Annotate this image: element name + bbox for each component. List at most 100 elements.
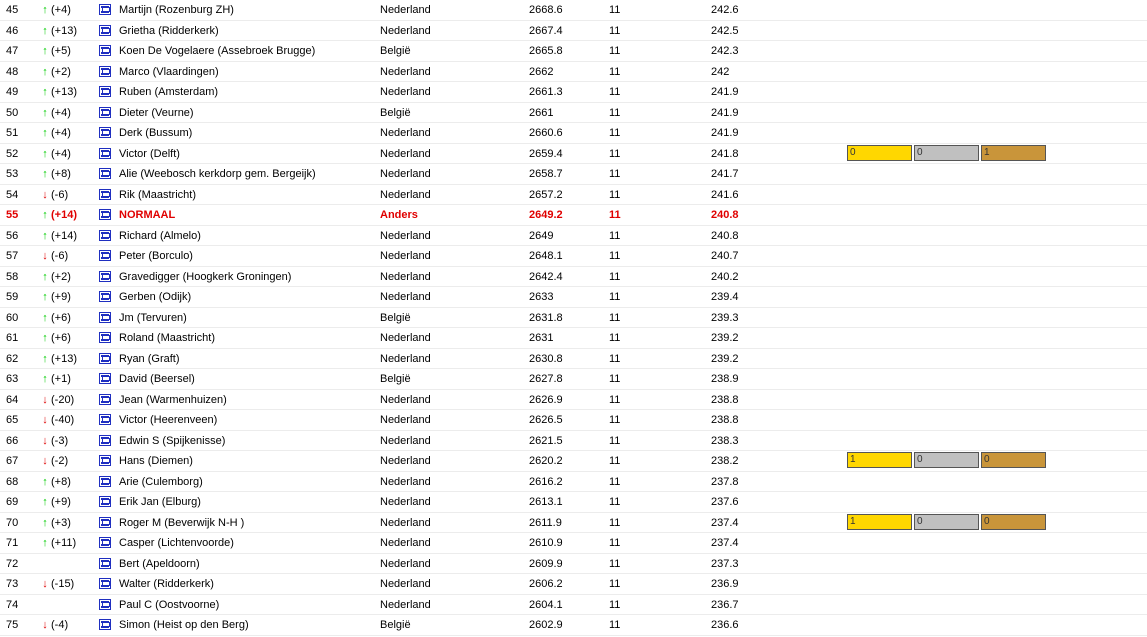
player-name[interactable]: Gerben (Odijk) <box>119 290 191 304</box>
player-card-icon[interactable] <box>99 373 111 384</box>
table-row[interactable]: 64 ↓ (-20) Jean (Warmenhuizen) Nederland 2626… <box>0 389 1147 410</box>
player-name[interactable]: Jm (Tervuren) <box>119 311 187 325</box>
player-name[interactable]: David (Beersel) <box>119 372 195 386</box>
table-row[interactable]: 53 ↑ (+8) Alie (Weebosch kerkdorp gem. Berg… <box>0 164 1147 185</box>
player-name[interactable]: Derk (Bussum) <box>119 126 192 140</box>
player-card-icon[interactable] <box>99 352 111 364</box>
player-name[interactable]: Roger M (Beverwijk N-H ) <box>119 516 244 530</box>
player-name[interactable]: Dieter (Veurne) <box>119 106 194 120</box>
table-row[interactable]: 68 ↑ (+8) Arie (Culemborg) Nederland 2616.2 11… <box>0 471 1147 492</box>
table-row[interactable]: 74 Paul C (Oostvoorne) Nederland 2604.1 11 23… <box>0 594 1147 615</box>
player-card-icon[interactable] <box>99 168 111 179</box>
table-row[interactable]: 48 ↑ (+2) Marco (Vlaardingen) Nederland 2662 1… <box>0 61 1147 82</box>
player-name[interactable]: Paul C (Oostvoorne) <box>119 598 219 612</box>
player-name[interactable]: Hans (Diemen) <box>119 454 193 468</box>
player-name[interactable]: Alie (Weebosch kerkdorp gem. Bergeijk) <box>119 167 316 181</box>
player-card-icon[interactable] <box>99 598 111 610</box>
table-row[interactable]: 50 ↑ (+4) Dieter (Veurne) België 2661 11 241.9 <box>0 102 1147 123</box>
player-card-icon[interactable] <box>99 496 111 507</box>
player-card-icon[interactable] <box>99 86 111 97</box>
player-card-icon[interactable] <box>99 475 111 487</box>
table-row[interactable]: 45 ↑ (+4) Martijn (Rozenburg ZH) Nederland 26… <box>0 0 1147 21</box>
table-row[interactable]: 51 ↑ (+4) Derk (Bussum) Nederland 2660.6 11 241… <box>0 123 1147 144</box>
rank-number: 74 <box>6 598 19 611</box>
player-name[interactable]: Koen De Vogelaere (Assebroek Brugge) <box>119 44 315 58</box>
table-row[interactable]: 59 ↑ (+9) Gerben (Odijk) Nederland 2633 11 239.… <box>0 287 1147 308</box>
player-name[interactable]: Roland (Maastricht) <box>119 331 215 345</box>
table-row[interactable]: 73 ↓ (-15) Walter (Ridderkerk) Nederland 2606… <box>0 574 1147 595</box>
player-name[interactable]: Walter (Ridderkerk) <box>119 577 214 591</box>
player-country: Nederland <box>380 86 431 98</box>
table-row[interactable]: 46 ↑ (+13) Grietha (Ridderkerk) Nederland 266… <box>0 20 1147 41</box>
table-row[interactable]: 61 ↑ (+6) Roland (Maastricht) Nederland 2631 1… <box>0 328 1147 349</box>
table-row[interactable]: 54 ↓ (-6) Rik (Maastricht) Nederland 2657.2 11… <box>0 184 1147 205</box>
player-card-icon[interactable] <box>99 393 111 405</box>
player-card-icon[interactable] <box>99 414 111 425</box>
player-card-icon[interactable] <box>99 619 111 630</box>
table-row[interactable]: 63 ↑ (+1) David (Beersel) België 2627.8 11 238.… <box>0 369 1147 390</box>
player-name[interactable]: Victor (Delft) <box>119 147 180 161</box>
player-name[interactable]: Arie (Culemborg) <box>119 475 203 489</box>
player-name[interactable]: Simon (Heist op den Berg) <box>119 618 249 632</box>
player-card-icon[interactable] <box>99 188 111 200</box>
table-row[interactable]: 62 ↑ (+13) Ryan (Graft) Nederland 2630.8 11 239… <box>0 348 1147 369</box>
games-played: 11 <box>609 373 621 385</box>
player-card-icon[interactable] <box>99 127 111 138</box>
table-row[interactable]: 75 ↓ (-4) Simon (Heist op den Berg) België 26… <box>0 615 1147 636</box>
player-card-icon[interactable] <box>99 434 111 446</box>
player-name[interactable]: Rik (Maastricht) <box>119 188 196 202</box>
player-name[interactable]: Marco (Vlaardingen) <box>119 65 219 79</box>
player-card-icon[interactable] <box>99 291 111 302</box>
player-name[interactable]: Peter (Borculo) <box>119 249 193 263</box>
table-row[interactable]: 66 ↓ (-3) Edwin S (Spijkenisse) Nederland 262… <box>0 430 1147 451</box>
player-name[interactable]: Gravedigger (Hoogkerk Groningen) <box>119 270 291 284</box>
table-row[interactable]: 67 ↓ (-2) Hans (Diemen) Nederland 2620.2 11 238… <box>0 451 1147 472</box>
player-card-icon[interactable] <box>99 24 111 36</box>
player-card-icon[interactable] <box>99 4 111 15</box>
player-card-icon[interactable] <box>99 516 111 528</box>
table-row[interactable]: 52 ↑ (+4) Victor (Delft) Nederland 2659.4 11 24… <box>0 143 1147 164</box>
games-played: 11 <box>609 65 621 78</box>
player-card-icon[interactable] <box>99 147 111 159</box>
player-name[interactable]: Casper (Lichtenvoorde) <box>119 536 234 550</box>
player-card-icon[interactable] <box>99 250 111 261</box>
player-card-icon[interactable] <box>99 578 111 589</box>
table-row[interactable]: 55 ↑ (+14) NORMAAL Anders 2649.2 11 240.8 <box>0 205 1147 226</box>
player-card-icon[interactable] <box>99 229 111 241</box>
player-card-icon[interactable] <box>99 537 111 548</box>
player-name[interactable]: Ryan (Graft) <box>119 352 180 366</box>
player-name[interactable]: Richard (Almelo) <box>119 229 201 243</box>
player-card-icon[interactable] <box>99 209 111 220</box>
average-score: 236.9 <box>711 578 739 590</box>
player-name[interactable]: Victor (Heerenveen) <box>119 413 217 427</box>
player-name[interactable]: Grietha (Ridderkerk) <box>119 24 219 38</box>
player-card-icon[interactable] <box>99 270 111 282</box>
player-card-icon[interactable] <box>99 557 111 569</box>
player-name[interactable]: Ruben (Amsterdam) <box>119 85 218 99</box>
player-name[interactable]: Martijn (Rozenburg ZH) <box>119 3 234 17</box>
table-row[interactable]: 72 Bert (Apeldoorn) Nederland 2609.9 11 237.3 <box>0 553 1147 574</box>
player-card-icon[interactable] <box>99 332 111 343</box>
player-card-icon[interactable] <box>99 65 111 77</box>
player-name[interactable]: Erik Jan (Elburg) <box>119 495 201 509</box>
player-card-icon[interactable] <box>99 45 111 56</box>
player-name[interactable]: Jean (Warmenhuizen) <box>119 393 227 407</box>
table-row[interactable]: 47 ↑ (+5) Koen De Vogelaere (Assebroek Brug… <box>0 41 1147 62</box>
player-card-icon[interactable] <box>99 455 111 466</box>
table-row[interactable]: 58 ↑ (+2) Gravedigger (Hoogkerk Groningen) N… <box>0 266 1147 287</box>
table-row[interactable]: 57 ↓ (-6) Peter (Borculo) Nederland 2648.1 11 2… <box>0 246 1147 267</box>
player-card-icon[interactable] <box>99 106 111 118</box>
games-played: 11 <box>609 4 621 16</box>
player-name[interactable]: Bert (Apeldoorn) <box>119 557 200 571</box>
player-name[interactable]: NORMAAL <box>119 208 175 222</box>
table-row[interactable]: 70 ↑ (+3) Roger M (Beverwijk N-H ) Nederland… <box>0 512 1147 533</box>
average-score: 240.8 <box>711 229 739 242</box>
table-row[interactable]: 65 ↓ (-40) Victor (Heerenveen) Nederland 2626… <box>0 410 1147 431</box>
table-row[interactable]: 60 ↑ (+6) Jm (Tervuren) België 2631.8 11 239.3 <box>0 307 1147 328</box>
player-card-icon[interactable] <box>99 311 111 323</box>
table-row[interactable]: 56 ↑ (+14) Richard (Almelo) Nederland 2649 11 2… <box>0 225 1147 246</box>
player-name[interactable]: Edwin S (Spijkenisse) <box>119 434 225 448</box>
table-row[interactable]: 71 ↑ (+11) Casper (Lichtenvoorde) Nederland 2… <box>0 533 1147 554</box>
table-row[interactable]: 49 ↑ (+13) Ruben (Amsterdam) Nederland 2661.3… <box>0 82 1147 103</box>
table-row[interactable]: 69 ↑ (+9) Erik Jan (Elburg) Nederland 2613.1 1… <box>0 492 1147 513</box>
